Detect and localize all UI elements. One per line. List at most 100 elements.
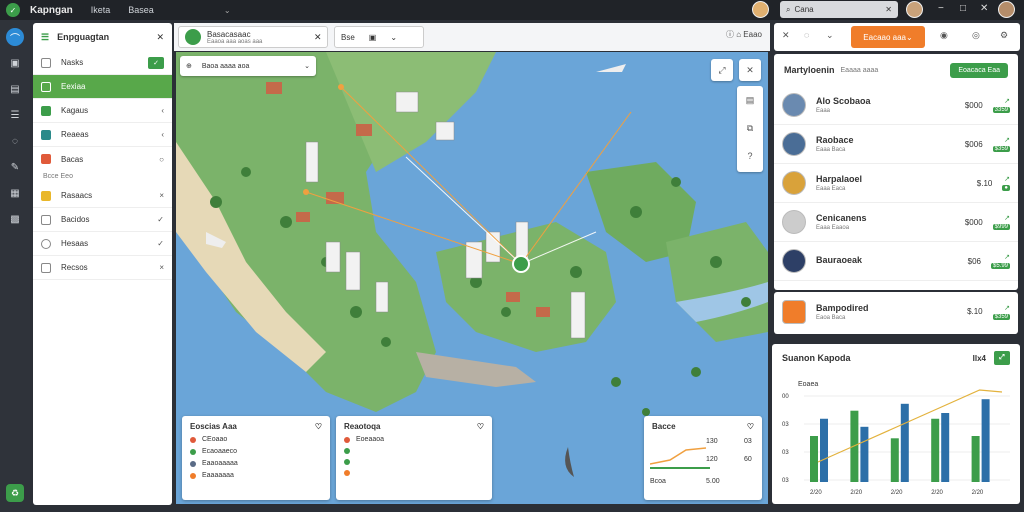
search-input[interactable]: ⌕ Cana ✕ [780, 1, 898, 18]
globe-icon [185, 29, 201, 45]
section-caption: Bcce Eeo [43, 173, 73, 180]
document-icon[interactable]: ▤ [6, 80, 24, 98]
list-item[interactable]: Kagaus ‹ [33, 99, 172, 123]
info-card: Reaotoqa ♡ Eoeaaoa [336, 416, 492, 500]
notification-icon[interactable]: ◉ [940, 30, 948, 41]
list-item[interactable]: Bacas ○ [33, 147, 172, 171]
check-button[interactable]: ✓ [148, 56, 164, 69]
y-tick-label: 03 [782, 478, 789, 484]
expand-icon[interactable]: ⤢ [994, 351, 1010, 365]
tab-secondary[interactable]: Bse ▣ ⌄ [334, 26, 424, 48]
recycle-icon[interactable]: ♻ [6, 484, 24, 502]
fullscreen-icon[interactable]: ⤢ [711, 59, 733, 81]
close-tab-icon[interactable]: ✕ [314, 32, 322, 43]
expand-icon[interactable]: ‹ [161, 106, 164, 115]
checkbox-icon[interactable] [41, 57, 51, 68]
layer-select[interactable]: ⊕ Baoa aaaa aoa ⌄ [180, 56, 316, 76]
chevron-down-icon[interactable]: ⌄ [304, 62, 310, 70]
checkbox-icon[interactable] [41, 81, 51, 92]
list-item[interactable]: Hesaas ✓ [33, 232, 172, 256]
remove-icon[interactable]: × [159, 191, 164, 200]
layers-panel: ☰ Enpguagtan ✕ Nasks ✓ Eexiaa Kagaus ‹ R… [33, 23, 172, 505]
chevron-down-icon[interactable]: ⌄ [826, 30, 834, 41]
chevron-down-icon[interactable]: ⌄ [390, 33, 397, 42]
chat-icon[interactable]: ◌ [6, 132, 24, 150]
list-item[interactable]: Nasks ✓ [33, 51, 172, 75]
action-button[interactable]: Eoacaca Eaa [950, 62, 1008, 78]
layers-icon[interactable]: ▤ [737, 86, 763, 114]
help-icon[interactable]: ? [737, 142, 763, 170]
chart-header: Suanon Kapoda Ilx4 ⤢ [772, 344, 1020, 372]
lock-icon: ▣ [368, 32, 377, 42]
minimize-icon[interactable]: − [938, 3, 944, 14]
grid-icon[interactable]: ▦ [6, 184, 24, 202]
list-item[interactable]: Recsos × [33, 256, 172, 280]
chart-bar [971, 436, 980, 482]
folder-icon[interactable]: ▣ [6, 54, 24, 72]
heart-icon[interactable]: ♡ [747, 422, 754, 431]
list-item[interactable]: Cenicanens Eaaa Eaaoa $000 ↗ $999 [774, 203, 1018, 242]
list-item[interactable]: Raobace Eaaa Baca $006 ↗ $359 [774, 125, 1018, 164]
heart-icon[interactable]: ♡ [477, 422, 484, 431]
close-icon[interactable]: ✕ [739, 59, 761, 81]
legend-dot [190, 448, 196, 455]
trend-up-icon: ↗ [1004, 137, 1010, 144]
primary-action-button[interactable]: Eacaao aaa ⌄ [851, 26, 925, 48]
list-item[interactable]: Bacidos ✓ [33, 208, 172, 232]
calendar-icon[interactable]: ▩ [6, 210, 24, 228]
avatar[interactable] [906, 1, 923, 18]
legend-card: Eoscias Aaa ♡ CEoaao Ecaoaaeco Eaaoaaaaa … [182, 416, 330, 500]
map-controls: ▤ ⧉ ? [737, 86, 763, 172]
pen-icon[interactable]: ✎ [6, 158, 24, 176]
app-logo-icon: ✓ [6, 3, 20, 17]
list-item[interactable]: Rasaacs × [33, 184, 172, 208]
close-window-icon[interactable]: ✕ [980, 3, 988, 14]
close-icon[interactable]: ✕ [782, 30, 790, 41]
trend-up-icon: ↗ [1004, 176, 1010, 183]
user-icon[interactable]: ◎ [972, 30, 980, 41]
maximize-icon[interactable]: □ [960, 3, 966, 14]
grid-icon [41, 262, 51, 273]
top-bar: ✓ Kapngan Iketa Basea ⌄ ⌕ Cana ✕ − □ ✕ [0, 0, 1024, 20]
list-item-active[interactable]: Eexiaa [33, 75, 172, 99]
map-tools[interactable]: ⓘ ⌂ Eaao [726, 29, 762, 40]
trend-up-icon: ↗ [1004, 304, 1010, 312]
layer-icon [41, 214, 51, 225]
tab-map[interactable]: Basacasaac Eaaoa aaa aoas aaa [178, 26, 328, 48]
map-toolbar: Basacasaac Eaaoa aaa aoas aaa ✕ Bse ▣ ⌄ … [174, 23, 770, 51]
menu-item-2[interactable]: Basea [128, 5, 154, 15]
legend-dot [190, 436, 196, 443]
list-item[interactable]: Harpalaoel Eaaa Eaca $.10 ↗ ● [774, 164, 1018, 203]
list-item[interactable]: Bauraoeak $06 ↗ $5.99 [774, 242, 1018, 281]
stats-card: Bacce ♡ 130 03 120 60 Bcoa 5.00 [644, 416, 762, 500]
list-item[interactable]: Alo Scobaoa Eaaa $000 ↗ 3359 [774, 86, 1018, 125]
chat-icon[interactable]: ◌ [804, 30, 809, 40]
layers-icon: ⊕ [186, 63, 192, 70]
profile-avatar[interactable] [998, 1, 1015, 18]
home-icon[interactable]: ⌒ [6, 28, 24, 46]
chevron-down-icon[interactable]: ⌄ [224, 6, 231, 15]
check-icon[interactable]: ✓ [157, 215, 164, 224]
close-icon[interactable]: ✕ [156, 32, 164, 43]
list-item[interactable]: Reaeas ‹ [33, 123, 172, 147]
user-avatar[interactable] [752, 1, 769, 18]
right-toolbar: ✕ ◌ ⌄ Eacaao aaa ⌄ ◉ ◎ ⚙ [774, 23, 1020, 51]
menu-item[interactable]: Iketa [91, 5, 111, 15]
list-item[interactable]: Bampodired Eaoa Baca $.10 ↗ $359 [774, 292, 1018, 331]
settings-icon[interactable]: ⚙ [1000, 30, 1008, 41]
ruler-icon[interactable]: ⧉ [737, 114, 763, 142]
menu-icon[interactable]: ☰ [41, 32, 49, 43]
heart-icon[interactable]: ♡ [315, 422, 322, 431]
chart-bar [860, 426, 869, 482]
check-icon[interactable]: ✓ [157, 239, 164, 248]
expand-icon[interactable]: ‹ [161, 130, 164, 139]
close-icon[interactable]: ✕ [885, 5, 892, 14]
list-icon[interactable]: ☰ [6, 106, 24, 124]
remove-icon[interactable]: × [159, 263, 164, 272]
legend-dot [344, 448, 350, 454]
layer-icon [41, 129, 51, 140]
y-tick-label: 03 [782, 450, 789, 456]
chart-bar [890, 438, 899, 482]
search-icon: ⌕ [786, 4, 791, 14]
radio-icon[interactable]: ○ [159, 155, 164, 164]
